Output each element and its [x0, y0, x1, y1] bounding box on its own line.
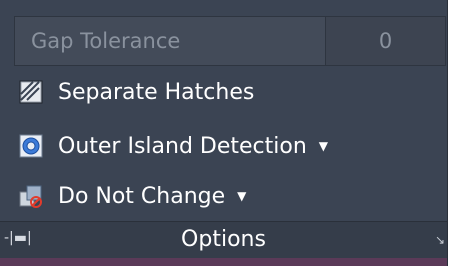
- gap-tolerance-row: Gap Tolerance 0: [14, 16, 446, 66]
- gap-tolerance-label: Gap Tolerance: [31, 29, 181, 53]
- options-panel: Gap Tolerance 0 Separate Hatches Outer I…: [0, 0, 448, 266]
- do-not-change-icon: [19, 185, 42, 208]
- panel-footer: -|▬| Options ↘: [0, 222, 447, 258]
- gap-tolerance-value: 0: [378, 29, 393, 53]
- panel-title: Options: [181, 227, 266, 252]
- do-not-change-button[interactable]: Do Not Change ▼: [18, 176, 246, 216]
- outer-island-detection-button[interactable]: Outer Island Detection ▼: [18, 126, 328, 166]
- separate-hatches-label: Separate Hatches: [58, 79, 255, 105]
- separate-hatches-icon: [19, 80, 43, 104]
- outer-island-detection-label: Outer Island Detection: [58, 133, 307, 159]
- outer-island-detection-icon: [19, 134, 43, 158]
- chevron-down-icon[interactable]: ▼: [237, 189, 246, 203]
- expand-panel-icon[interactable]: ↘: [435, 233, 445, 247]
- footer-accent: [0, 258, 447, 266]
- do-not-change-label: Do Not Change: [58, 183, 226, 209]
- gap-tolerance-input[interactable]: 0: [325, 17, 445, 65]
- separate-hatches-button[interactable]: Separate Hatches: [18, 72, 254, 112]
- chevron-down-icon[interactable]: ▼: [319, 139, 328, 153]
